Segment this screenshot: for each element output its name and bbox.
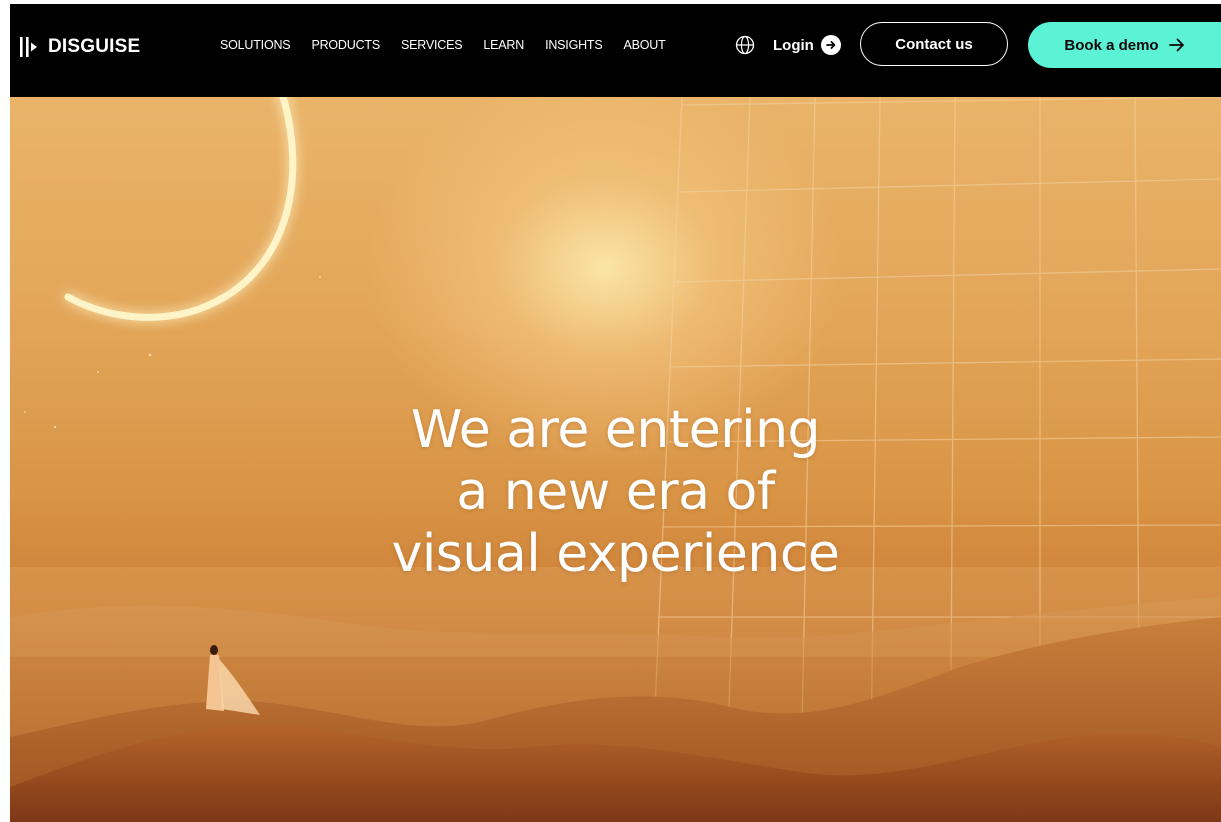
book-demo-button[interactable]: Book a demo (1028, 22, 1221, 68)
login-link[interactable]: Login (773, 35, 841, 55)
nav-item-products[interactable]: PRODUCTS (311, 38, 380, 52)
login-label: Login (773, 36, 814, 54)
hero-headline: We are entering a new era of visual expe… (10, 399, 1221, 585)
arrow-circle-right-icon (820, 35, 841, 55)
arrow-right-icon (1168, 38, 1184, 52)
nav-item-insights[interactable]: INSIGHTS (545, 38, 603, 52)
hero-headline-line-1: We are entering (410, 400, 821, 460)
hero-headline-line-3: visual experience (391, 524, 840, 584)
crescent-ring (64, 97, 297, 321)
main-nav: SOLUTIONS PRODUCTS SERVICES LEARN INSIGH… (220, 38, 687, 52)
nav-item-solutions[interactable]: SOLUTIONS (220, 38, 291, 52)
contact-us-label: Contact us (895, 35, 973, 53)
logo-text: DISGUISE (48, 36, 141, 57)
logo-mark-icon (20, 37, 37, 57)
book-demo-label: Book a demo (1064, 36, 1159, 54)
contact-us-button[interactable]: Contact us (860, 22, 1008, 66)
hero-headline-line-2: a new era of (456, 462, 775, 522)
globe-icon[interactable] (735, 35, 755, 55)
hero-section: We are entering a new era of visual expe… (10, 97, 1221, 822)
site-header: DISGUISE SOLUTIONS PRODUCTS SERVICES LEA… (10, 4, 1221, 97)
nav-item-about[interactable]: ABOUT (624, 38, 666, 52)
nav-item-services[interactable]: SERVICES (401, 38, 463, 52)
logo[interactable]: DISGUISE (20, 32, 140, 62)
page: DISGUISE SOLUTIONS PRODUCTS SERVICES LEA… (0, 0, 1221, 822)
nav-item-learn[interactable]: LEARN (483, 38, 524, 52)
